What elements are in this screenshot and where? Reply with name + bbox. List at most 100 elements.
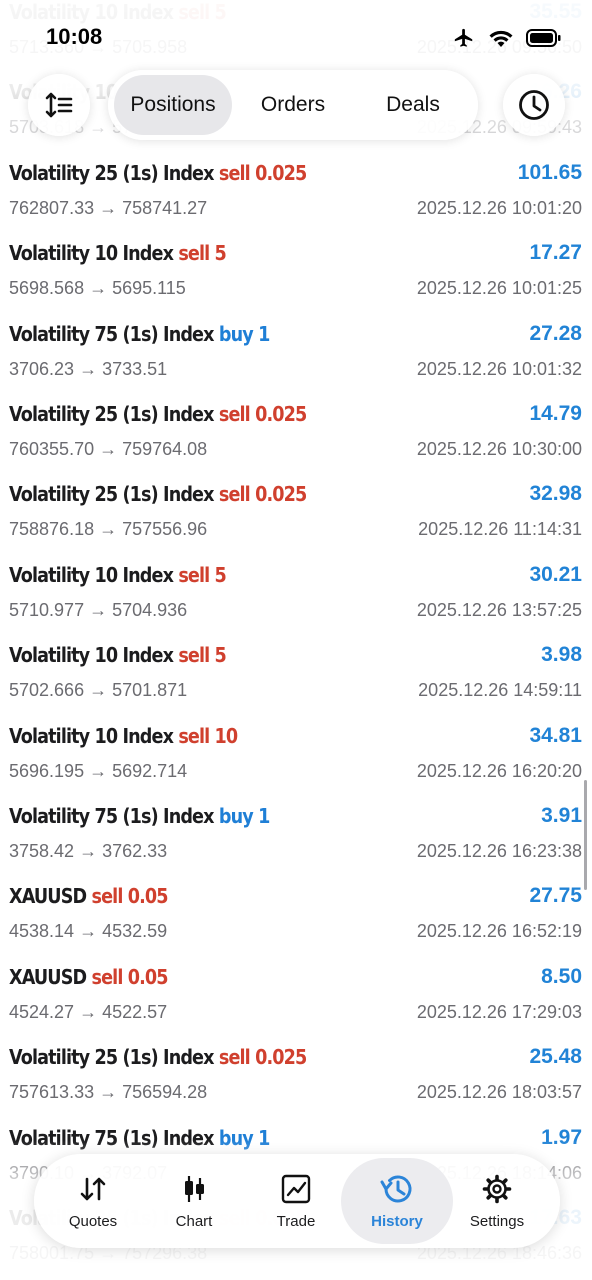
deal-side: sell bbox=[218, 160, 251, 185]
segment-positions[interactable]: Positions bbox=[114, 70, 232, 140]
period-button[interactable] bbox=[503, 74, 565, 136]
deal-title: Volatility 10 Indexsell 5 bbox=[9, 643, 227, 668]
deal-volume: 10 bbox=[214, 723, 239, 748]
deal-time: 2025.12.26 18:03:57 bbox=[416, 1082, 582, 1103]
deal-direction: sell 0.025 bbox=[218, 160, 307, 185]
deal-time: 2025.12.26 10:01:32 bbox=[416, 358, 582, 379]
deal-symbol: Volatility 75 (1s) Index bbox=[9, 804, 214, 828]
deal-profit: 27.75 bbox=[529, 884, 582, 908]
deal-row[interactable]: Volatility 25 (1s) Index sell 0.025 101.65… bbox=[0, 155, 592, 235]
tab-settings[interactable]: Settings bbox=[447, 1154, 547, 1248]
deal-symbol: Volatility 25 (1s) Index bbox=[9, 160, 214, 185]
deal-row[interactable]: Volatility 10 Index sell 5 17.27 5698.568 →… bbox=[0, 235, 592, 315]
deal-side: sell bbox=[178, 723, 210, 748]
deal-side: sell bbox=[218, 1045, 251, 1070]
deal-side: buy bbox=[218, 804, 254, 828]
tab-trade[interactable]: Trade bbox=[246, 1154, 346, 1248]
segment-deals[interactable]: Deals bbox=[354, 70, 472, 140]
segmented-control: Positions Orders Deals bbox=[108, 70, 478, 140]
deal-direction: sell 0.025 bbox=[218, 402, 307, 426]
deal-row[interactable]: Volatility 75 (1s) Index buy 1 3.91 3758.42… bbox=[0, 798, 592, 878]
deal-time: 2025.12.26 11:14:31 bbox=[418, 519, 582, 540]
deal-title: Volatility 75 (1s) Index buy 1 bbox=[9, 804, 270, 828]
wifi-icon bbox=[489, 30, 513, 47]
deal-side: sell bbox=[178, 643, 210, 668]
deal-side: sell bbox=[218, 482, 251, 507]
deal-volume: 0.05 bbox=[127, 964, 169, 989]
scrollbar[interactable] bbox=[584, 780, 587, 890]
deal-prices: 4524.27 → 4522.57 bbox=[9, 1001, 168, 1022]
candlestick-icon bbox=[185, 1176, 204, 1202]
tab-chart-label: Chart bbox=[175, 1213, 213, 1230]
deal-side: sell bbox=[178, 241, 210, 266]
deal-prices: 4538.14 → 4532.59 bbox=[9, 921, 168, 942]
deal-profit: 32.98 bbox=[529, 482, 582, 506]
deal-title: Volatility 10 Indexsell 5 bbox=[9, 241, 227, 266]
tab-chart[interactable]: Chart bbox=[144, 1154, 244, 1248]
deal-row[interactable]: XAUUSD sell 0.05 27.75 4538.14 → 4532.59 202… bbox=[0, 878, 592, 958]
deal-title: Volatility 25 (1s) Indexsell 0.025 bbox=[9, 482, 307, 507]
deal-symbol: XAUUSD bbox=[9, 884, 87, 909]
deal-direction: sell 5 bbox=[178, 241, 226, 265]
deal-symbol: Volatility 25 (1s) Index bbox=[9, 482, 214, 507]
deal-volume: 0.025 bbox=[255, 1045, 307, 1070]
deal-prices: 5696.195 → 5692.714 bbox=[9, 760, 188, 781]
deal-side: sell bbox=[218, 402, 251, 426]
deal-volume: 5 bbox=[214, 241, 227, 266]
gear-icon bbox=[482, 1174, 512, 1204]
deal-direction: sell 0.025 bbox=[218, 1045, 307, 1070]
deal-direction: sell 0.05 bbox=[92, 964, 169, 989]
deal-time: 2025.12.26 14:59:11 bbox=[418, 680, 582, 701]
deal-side: sell bbox=[178, 562, 210, 587]
deal-row[interactable]: Volatility 25 (1s) Index sell 0.025 14.79 7… bbox=[0, 396, 592, 476]
deal-row[interactable]: XAUUSD sell 0.05 8.50 4524.27 → 4522.57 2025… bbox=[0, 959, 592, 1039]
deal-row[interactable]: Volatility 10 Index sell 5 30.21 5710.977 →… bbox=[0, 557, 592, 637]
deal-profit: 25.48 bbox=[529, 1045, 582, 1069]
deal-profit: 101.65 bbox=[517, 160, 582, 184]
trend-chart-icon bbox=[281, 1174, 311, 1204]
deal-title: Volatility 10 Indexsell 5 bbox=[9, 563, 227, 587]
deal-title: Volatility 25 (1s) Indexsell 0.025 bbox=[9, 402, 307, 426]
deal-volume: 0.025 bbox=[255, 482, 307, 507]
deal-direction: sell 5 bbox=[178, 643, 226, 667]
deal-volume: 5 bbox=[214, 562, 227, 587]
tab-history[interactable]: History bbox=[347, 1154, 447, 1248]
deal-volume: 0.025 bbox=[255, 160, 307, 185]
deal-direction: sell 0.025 bbox=[218, 482, 307, 507]
deal-prices: 758876.18 → 757556.96 bbox=[9, 519, 208, 540]
sort-button[interactable] bbox=[28, 74, 90, 136]
deal-prices: 5710.977 → 5704.936 bbox=[9, 599, 188, 620]
tab-quotes[interactable]: Quotes bbox=[43, 1154, 143, 1248]
deal-time: 2025.12.26 16:23:38 bbox=[416, 841, 582, 861]
deal-symbol: Volatility 75 (1s) Index bbox=[9, 321, 214, 346]
deal-volume: 0.025 bbox=[255, 402, 307, 426]
deal-row[interactable]: Volatility 25 (1s) Index sell 0.025 32.98 7… bbox=[0, 476, 592, 556]
deal-time: 2025.12.26 16:20:20 bbox=[416, 760, 582, 781]
deal-symbol: Volatility 10 Index bbox=[9, 643, 174, 668]
deal-side: buy bbox=[218, 321, 254, 346]
deal-row[interactable]: Volatility 10 Index sell 10 34.81 5696.195 … bbox=[0, 718, 592, 798]
segment-orders[interactable]: Orders bbox=[234, 70, 352, 140]
deal-profit: 27.28 bbox=[529, 321, 582, 345]
tab-trade-label: Trade bbox=[276, 1213, 316, 1230]
deal-title: XAUUSD sell 0.05 bbox=[9, 884, 169, 909]
deal-time: 2025.12.26 10:01:25 bbox=[416, 278, 582, 299]
tab-settings-label: Settings bbox=[469, 1213, 525, 1230]
deal-direction: sell 10 bbox=[178, 723, 239, 748]
deal-volume: 5 bbox=[214, 643, 227, 668]
tab-quotes-label: Quotes bbox=[68, 1213, 118, 1230]
deal-direction: buy 1 bbox=[219, 322, 270, 346]
deal-profit: 17.27 bbox=[529, 241, 582, 265]
deal-prices: 3706.23 → 3733.51 bbox=[9, 358, 168, 379]
deal-profit: 34.81 bbox=[529, 723, 582, 747]
deal-row[interactable]: Volatility 10 Index sell 5 3.98 5702.666 → … bbox=[0, 637, 592, 717]
deal-time: 2025.12.26 10:01:20 bbox=[416, 197, 582, 218]
deal-row[interactable]: Volatility 75 (1s) Index buy 1 27.28 3706.2… bbox=[0, 316, 592, 396]
deal-profit: 3.98 bbox=[541, 643, 582, 667]
deal-row[interactable]: Volatility 25 (1s) Index sell 0.025 25.48 7… bbox=[0, 1039, 592, 1119]
status-icons bbox=[452, 27, 562, 49]
deal-direction: sell 5 bbox=[178, 563, 226, 587]
deal-side: sell bbox=[91, 884, 124, 909]
deal-symbol: Volatility 10 Index bbox=[9, 241, 174, 266]
sort-icon bbox=[45, 92, 73, 118]
